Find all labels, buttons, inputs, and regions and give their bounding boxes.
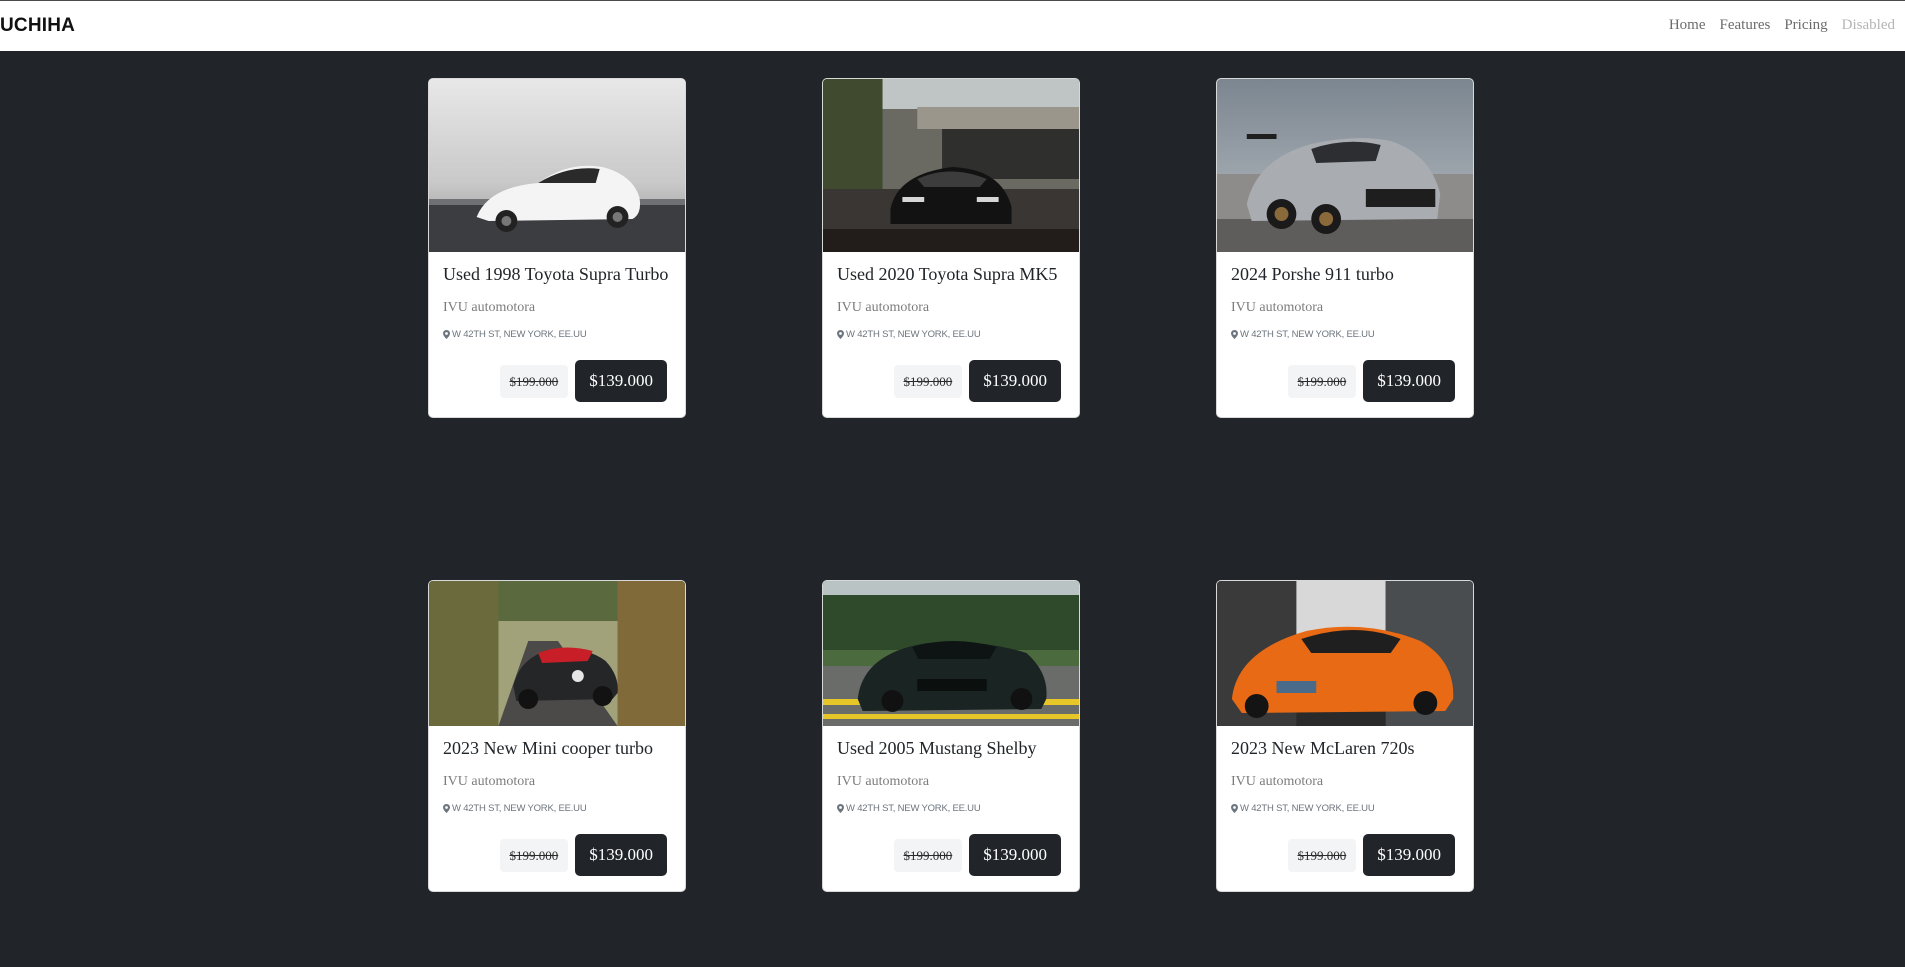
card-location: W 42TH ST, NEW YORK, EE.UU: [837, 329, 1065, 340]
old-price: $199.000: [499, 364, 569, 398]
card-location: W 42TH ST, NEW YORK, EE.UU: [1231, 329, 1459, 340]
map-pin-icon: [1231, 804, 1238, 813]
price-button[interactable]: $139.000: [575, 834, 667, 876]
old-price: $199.000: [1287, 838, 1357, 872]
map-pin-icon: [1231, 330, 1238, 339]
price-row: $199.000 $139.000: [893, 360, 1061, 402]
card-title: 2023 New Mini cooper turbo: [443, 738, 653, 758]
price-row: $199.000 $139.000: [893, 834, 1061, 876]
card-location: W 42TH ST, NEW YORK, EE.UU: [443, 329, 671, 340]
price-button[interactable]: $139.000: [1363, 360, 1455, 402]
price-row: $199.000 $139.000: [499, 834, 667, 876]
card-title: 2024 Porshe 911 turbo: [1231, 264, 1394, 284]
card-dealer: IVU automotora: [1231, 300, 1324, 315]
card-dealer: IVU automotora: [1231, 774, 1324, 789]
map-pin-icon: [443, 330, 450, 339]
car-photo-orange-mclaren: [1217, 581, 1473, 726]
price-button[interactable]: $139.000: [969, 834, 1061, 876]
navbar: UCHIHA Home Features Pricing Disabled: [0, 0, 1905, 51]
nav-link-home[interactable]: Home: [1669, 17, 1706, 34]
card-dealer: IVU automotora: [837, 774, 930, 789]
card-body: 2023 New McLaren 720s IVU automotora W 4…: [1217, 738, 1473, 814]
car-card[interactable]: 2023 New Mini cooper turbo IVU automotor…: [428, 580, 686, 892]
price-button[interactable]: $139.000: [575, 360, 667, 402]
card-body: Used 1998 Toyota Supra Turbo IVU automot…: [429, 264, 685, 340]
card-body: Used 2020 Toyota Supra MK5 IVU automotor…: [823, 264, 1079, 340]
card-dealer: IVU automotora: [443, 774, 536, 789]
car-photo-black-supra: [823, 79, 1079, 252]
card-location: W 42TH ST, NEW YORK, EE.UU: [443, 803, 671, 814]
nav-link-disabled: Disabled: [1841, 17, 1895, 33]
card-body: Used 2005 Mustang Shelby IVU automotora …: [823, 738, 1079, 814]
card-dealer: IVU automotora: [443, 300, 536, 315]
location-text: W 42TH ST, NEW YORK, EE.UU: [452, 803, 587, 814]
nav-links: Home Features Pricing Disabled: [1669, 17, 1895, 34]
card-body: 2024 Porshe 911 turbo IVU automotora W 4…: [1217, 264, 1473, 340]
brand-logo[interactable]: UCHIHA: [0, 15, 75, 37]
card-title: Used 2005 Mustang Shelby: [837, 738, 1037, 758]
car-photo-white-supra: [429, 79, 685, 252]
map-pin-icon: [837, 804, 844, 813]
card-title: Used 2020 Toyota Supra MK5: [837, 264, 1058, 284]
map-pin-icon: [837, 330, 844, 339]
car-card[interactable]: Used 2005 Mustang Shelby IVU automotora …: [822, 580, 1080, 892]
card-dealer: IVU automotora: [837, 300, 930, 315]
card-title: Used 1998 Toyota Supra Turbo: [443, 264, 669, 284]
price-button[interactable]: $139.000: [1363, 834, 1455, 876]
location-text: W 42TH ST, NEW YORK, EE.UU: [1240, 803, 1375, 814]
car-photo-grey-porsche: [1217, 79, 1473, 252]
price-row: $199.000 $139.000: [499, 360, 667, 402]
old-price: $199.000: [893, 838, 963, 872]
car-card[interactable]: Used 2020 Toyota Supra MK5 IVU automotor…: [822, 78, 1080, 418]
old-price: $199.000: [499, 838, 569, 872]
old-price: $199.000: [1287, 364, 1357, 398]
nav-link-features[interactable]: Features: [1720, 17, 1771, 34]
car-photo-mini-cooper: [429, 581, 685, 726]
card-body: 2023 New Mini cooper turbo IVU automotor…: [429, 738, 685, 814]
nav-link-pricing[interactable]: Pricing: [1784, 17, 1827, 34]
card-title: 2023 New McLaren 720s: [1231, 738, 1415, 758]
car-card[interactable]: 2024 Porshe 911 turbo IVU automotora W 4…: [1216, 78, 1474, 418]
car-card[interactable]: Used 1998 Toyota Supra Turbo IVU automot…: [428, 78, 686, 418]
location-text: W 42TH ST, NEW YORK, EE.UU: [846, 329, 981, 340]
location-text: W 42TH ST, NEW YORK, EE.UU: [1240, 329, 1375, 340]
card-location: W 42TH ST, NEW YORK, EE.UU: [1231, 803, 1459, 814]
price-button[interactable]: $139.000: [969, 360, 1061, 402]
price-row: $199.000 $139.000: [1287, 360, 1455, 402]
price-row: $199.000 $139.000: [1287, 834, 1455, 876]
card-location: W 42TH ST, NEW YORK, EE.UU: [837, 803, 1065, 814]
old-price: $199.000: [893, 364, 963, 398]
car-photo-mustang: [823, 581, 1079, 726]
location-text: W 42TH ST, NEW YORK, EE.UU: [452, 329, 587, 340]
car-card[interactable]: 2023 New McLaren 720s IVU automotora W 4…: [1216, 580, 1474, 892]
location-text: W 42TH ST, NEW YORK, EE.UU: [846, 803, 981, 814]
map-pin-icon: [443, 804, 450, 813]
